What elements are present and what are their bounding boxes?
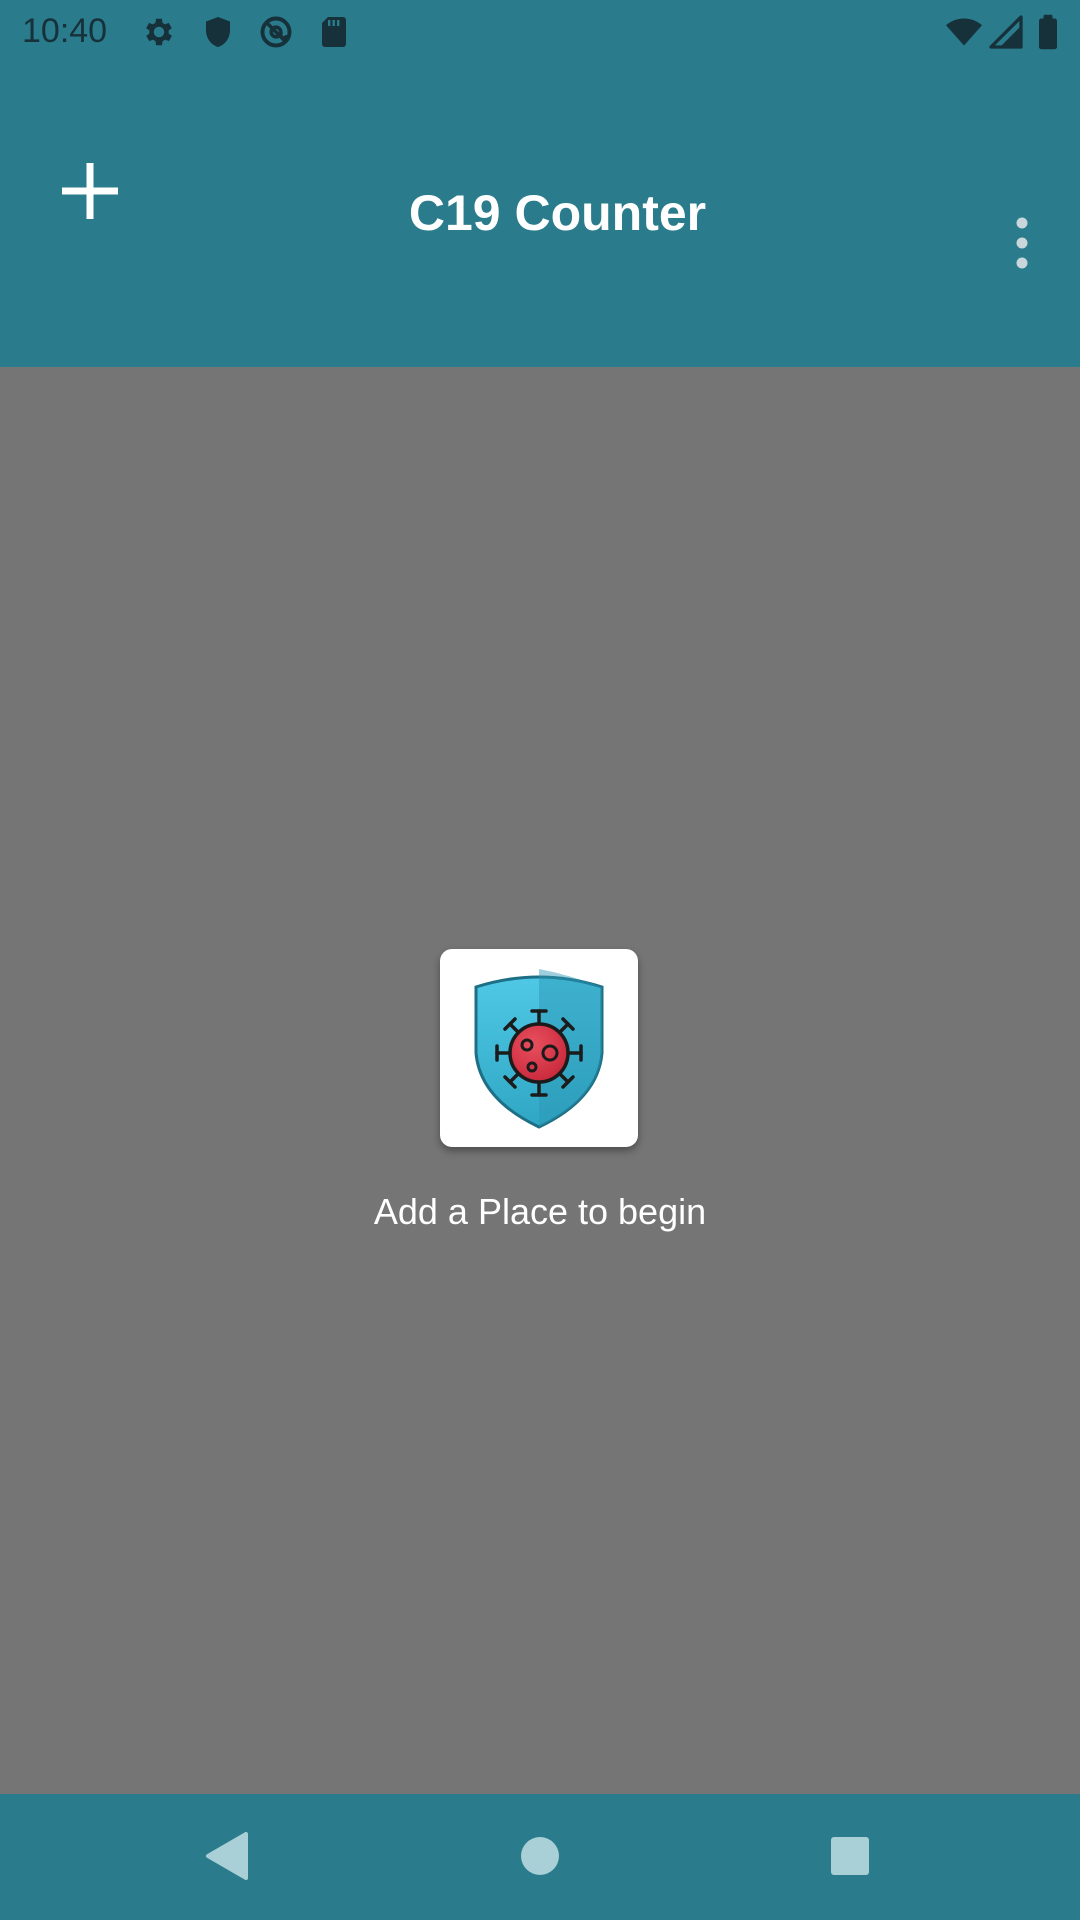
back-button[interactable] — [194, 1824, 258, 1888]
empty-state-image — [440, 949, 638, 1147]
home-button[interactable] — [508, 1824, 572, 1888]
screen: 10:40 C19 Counter Add a Place to begin — [0, 0, 1080, 1920]
at-sign-icon — [260, 16, 292, 48]
recents-icon — [831, 1837, 869, 1875]
status-bar: 10:40 — [0, 0, 1080, 63]
empty-state-message: Add a Place to begin — [373, 1191, 707, 1232]
virus-shield-icon — [474, 969, 604, 1129]
cell-signal-icon — [989, 15, 1023, 49]
overflow-menu-button[interactable] — [1000, 213, 1044, 273]
shield-icon — [206, 17, 230, 47]
home-icon — [521, 1837, 559, 1875]
back-icon — [206, 1832, 248, 1880]
recents-button[interactable] — [818, 1824, 882, 1888]
battery-icon — [1039, 14, 1057, 50]
status-time: 10:40 — [22, 12, 108, 50]
app-bar: C19 Counter — [0, 63, 1080, 367]
more-vertical-icon — [1016, 217, 1028, 269]
sd-card-icon — [322, 17, 346, 47]
wifi-icon — [946, 18, 982, 46]
gear-icon — [146, 18, 172, 46]
app-title: C19 Counter — [408, 185, 707, 241]
navigation-bar — [0, 1794, 1080, 1920]
